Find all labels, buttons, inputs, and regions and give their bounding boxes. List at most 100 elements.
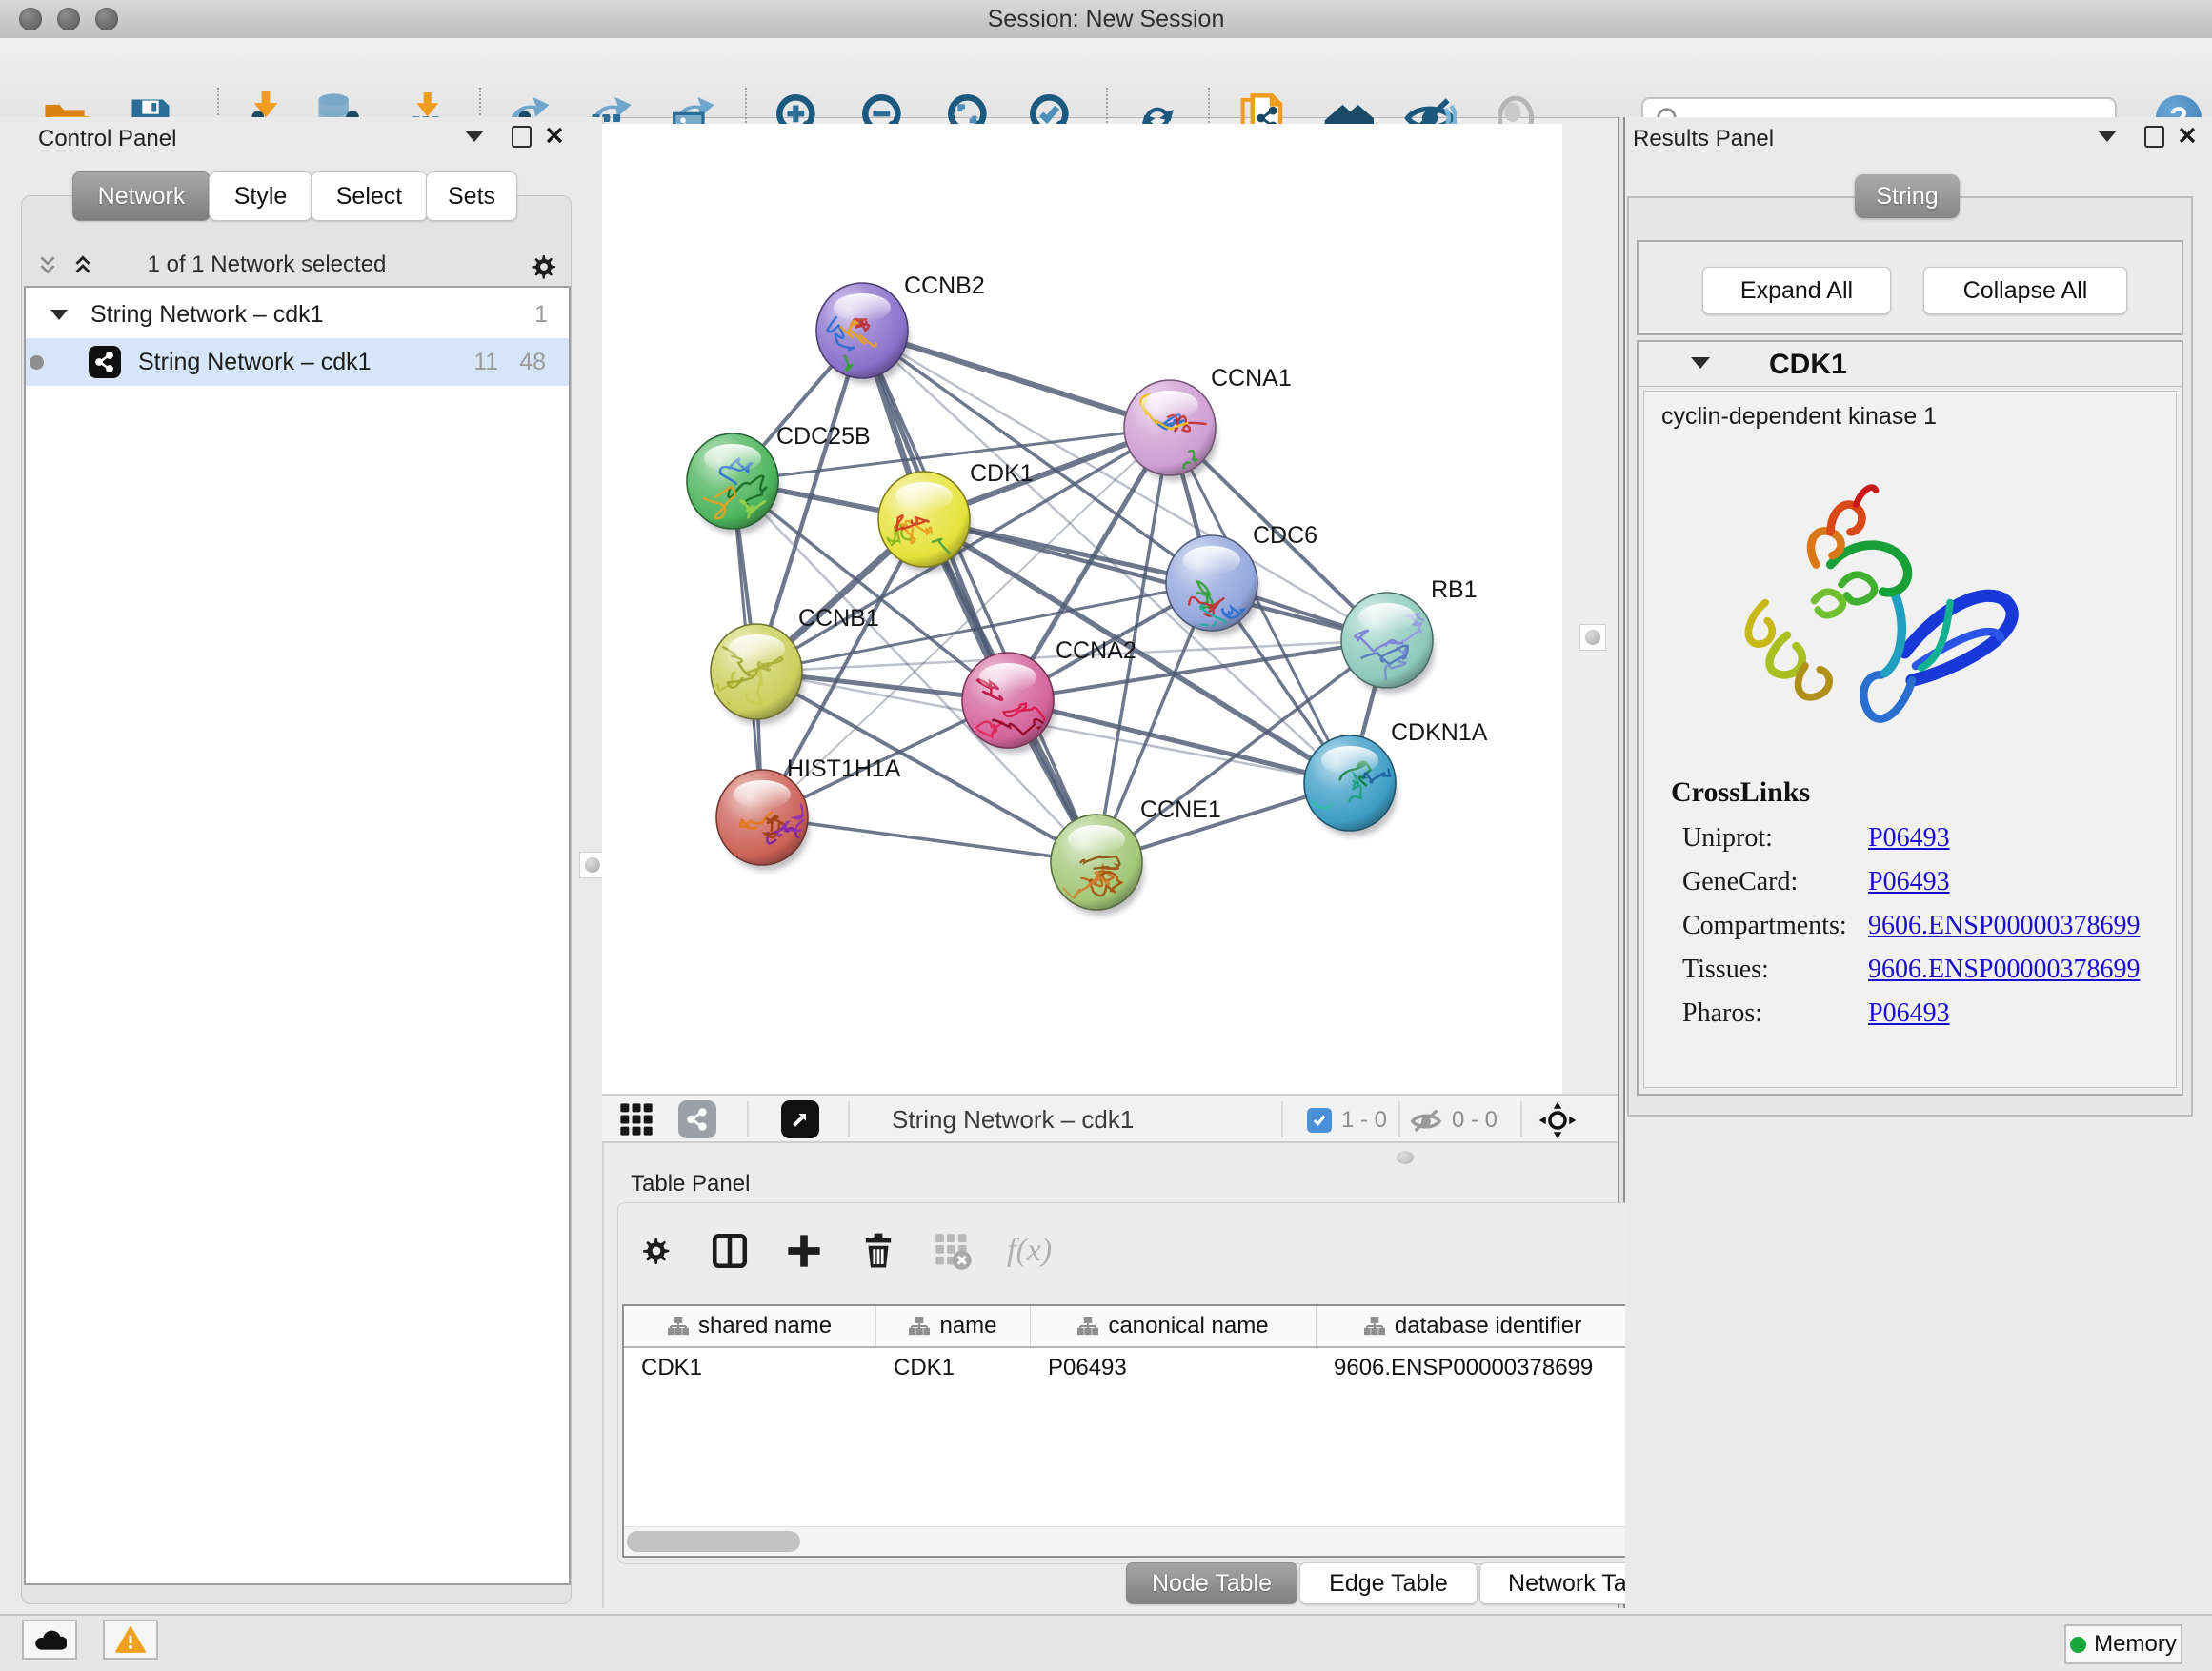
cloud-button[interactable] — [22, 1620, 77, 1660]
node-label-CDKN1A: CDKN1A — [1391, 719, 1488, 746]
function-builder-icon[interactable]: f(x) — [1007, 1233, 1052, 1269]
hidden-eye-icon[interactable] — [1410, 1105, 1442, 1137]
selected-counts: 1 - 0 — [1341, 1107, 1387, 1134]
crosslink-label: Uniprot: — [1682, 823, 1868, 854]
network-canvas[interactable]: CCNB2CCNA1CDC25BCDK1CDC6RB1CCNB1CCNA2CDK… — [602, 124, 1562, 1094]
network-graph[interactable]: CCNB2CCNA1CDC25BCDK1CDC6RB1CCNB1CCNA2CDK… — [602, 124, 1562, 1094]
memory-label: Memory — [2094, 1631, 2177, 1658]
crosslink-label: Compartments: — [1682, 911, 1868, 941]
protein-section-header[interactable]: CDK1 — [1639, 342, 2182, 387]
fit-content-icon[interactable] — [1538, 1100, 1578, 1140]
network-node-CCNA1[interactable]: CCNA1 — [1124, 365, 1292, 481]
window-title: Session: New Session — [0, 6, 2212, 33]
table-panel-tabs: Node TableEdge TableNetwork Table — [1126, 1562, 1687, 1604]
control-panel-tabs: NetworkStyleSelectSets — [0, 171, 602, 219]
right-splitter[interactable] — [1562, 124, 1618, 1094]
network-node-CCNB1[interactable]: CCNB1 — [711, 605, 879, 725]
crosslink-link[interactable]: 9606.ENSP00000378699 — [1868, 955, 2140, 985]
network-item-label: String Network – cdk1 — [138, 349, 372, 376]
crosslink-row: Pharos:P06493 — [1682, 992, 2159, 1036]
node-label-CCNB2: CCNB2 — [904, 272, 985, 299]
crosslinks-list: Uniprot:P06493GeneCard:P06493Compartment… — [1682, 816, 2159, 1036]
tab-edge-table[interactable]: Edge Table — [1299, 1562, 1478, 1604]
collapse-all-button[interactable]: Collapse All — [1923, 267, 2127, 314]
network-edge[interactable] — [1008, 700, 1350, 783]
network-selection-bar: 1 of 1 Network selected — [21, 248, 570, 286]
network-node-CDC6[interactable]: CDC6 — [1166, 522, 1317, 643]
table-cell[interactable]: CDK1 — [624, 1348, 876, 1388]
section-collapse-icon[interactable] — [1691, 357, 1710, 369]
network-node-RB1[interactable]: RB1 — [1341, 576, 1478, 694]
scrollbar-thumb[interactable] — [627, 1531, 800, 1552]
results-float-icon[interactable] — [2144, 126, 2164, 148]
node-label-RB1: RB1 — [1431, 576, 1478, 603]
network-selection-status: 1 of 1 Network selected — [21, 252, 513, 278]
panel-menu-icon[interactable] — [465, 131, 484, 142]
tab-style[interactable]: Style — [209, 171, 312, 221]
node-label-CDK1: CDK1 — [970, 460, 1034, 487]
table-cell[interactable]: CDK1 — [876, 1348, 1031, 1388]
panel-float-icon[interactable] — [512, 126, 532, 148]
attribute-type-icon — [909, 1317, 930, 1336]
crosslink-link[interactable]: P06493 — [1868, 867, 1950, 897]
column-header-name[interactable]: name — [876, 1306, 1031, 1346]
column-header-canonical-name[interactable]: canonical name — [1031, 1306, 1317, 1346]
grid-view-icon[interactable] — [617, 1100, 655, 1138]
network-node-CCNB2[interactable]: CCNB2 — [811, 272, 984, 386]
add-column-icon[interactable] — [784, 1231, 824, 1271]
crosslink-row: Tissues:9606.ENSP00000378699 — [1682, 948, 2159, 992]
panel-close-icon[interactable] — [545, 126, 564, 145]
network-node-HIST1H1A[interactable]: HIST1H1A — [716, 755, 901, 871]
network-edge[interactable] — [862, 331, 1096, 862]
node-label-CDC6: CDC6 — [1253, 522, 1317, 549]
expand-all-button[interactable]: Expand All — [1702, 267, 1891, 314]
warning-icon — [114, 1625, 147, 1654]
network-options-gear-icon[interactable] — [527, 250, 561, 284]
tree-expand-icon[interactable] — [50, 310, 68, 320]
results-close-icon[interactable] — [2178, 126, 2197, 145]
table-cell[interactable]: P06493 — [1031, 1348, 1317, 1388]
selected-checkbox-icon[interactable] — [1307, 1108, 1332, 1133]
crosslink-link[interactable]: P06493 — [1868, 998, 1950, 1029]
table-toolbar: f(x) — [637, 1220, 1052, 1281]
crosslinks-title: CrossLinks — [1671, 776, 1810, 809]
protein-details: cyclin-dependent kinase 1 — [1643, 391, 2177, 1088]
network-edge[interactable] — [762, 817, 1096, 862]
toolbar-separator — [747, 1101, 749, 1137]
column-header-database-identifier[interactable]: database identifier — [1317, 1306, 1630, 1346]
crosslink-link[interactable]: P06493 — [1868, 823, 1950, 854]
show-columns-icon[interactable] — [710, 1231, 750, 1271]
network-edge[interactable] — [924, 519, 1387, 640]
left-splitter[interactable] — [572, 117, 604, 1608]
memory-button[interactable]: Memory — [2064, 1624, 2182, 1664]
horizontal-splitter-handle[interactable] — [1397, 1151, 1414, 1164]
network-view-title: String Network – cdk1 — [892, 1105, 1134, 1135]
network-node-CDK1[interactable]: CDK1 — [878, 460, 1034, 574]
tab-node-table[interactable]: Node Table — [1126, 1562, 1297, 1604]
delete-column-icon[interactable] — [858, 1231, 898, 1271]
column-header-shared-name[interactable]: shared name — [624, 1306, 876, 1346]
open-in-window-icon[interactable] — [781, 1100, 819, 1138]
network-share-icon[interactable] — [678, 1100, 716, 1138]
network-tree-root-row[interactable]: String Network – cdk1 1 — [26, 291, 569, 338]
tab-sets[interactable]: Sets — [426, 171, 517, 221]
table-settings-gear-icon[interactable] — [637, 1232, 675, 1270]
table-cell[interactable]: 9606.ENSP00000378699 — [1317, 1348, 1630, 1388]
warning-button[interactable] — [103, 1620, 158, 1660]
cloud-icon — [32, 1625, 67, 1654]
network-tree-selected-row[interactable]: String Network – cdk1 11 48 — [26, 338, 569, 386]
results-button-bar: Expand All Collapse All — [1637, 240, 2183, 335]
node-label-CCNB1: CCNB1 — [798, 605, 879, 632]
toolbar-separator — [848, 1101, 850, 1137]
crosslink-link[interactable]: 9606.ENSP00000378699 — [1868, 911, 2140, 941]
results-menu-icon[interactable] — [2098, 131, 2117, 142]
protein-section: CDK1 cyclin-dependent kinase 1 — [1637, 340, 2183, 1096]
table-panel-title: Table Panel — [631, 1171, 750, 1198]
tab-string[interactable]: String — [1855, 174, 1960, 218]
network-node-CDKN1A[interactable]: CDKN1A — [1278, 719, 1487, 836]
delete-table-icon[interactable] — [933, 1231, 973, 1271]
main-toolbar: ? — [0, 38, 2212, 118]
tab-network[interactable]: Network — [72, 171, 211, 221]
tab-select[interactable]: Select — [311, 171, 428, 221]
right-splitter-handle[interactable] — [1579, 624, 1606, 651]
